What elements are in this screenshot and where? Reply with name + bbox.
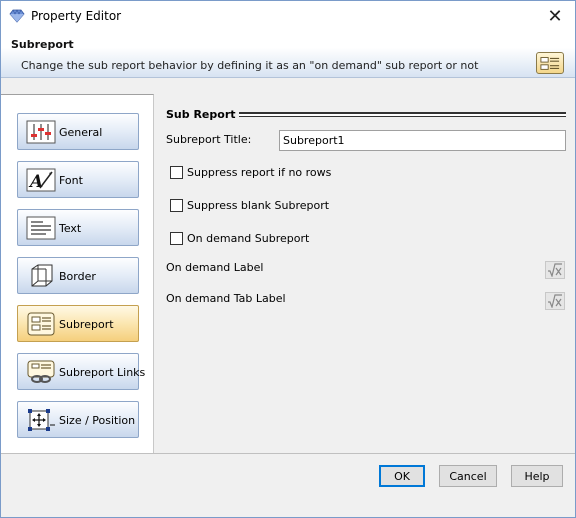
suppress-no-rows-label: Suppress report if no rows [187, 166, 332, 179]
subreport-title-label: Subreport Title: [166, 133, 252, 146]
nav-item-subreport-links[interactable]: Subreport Links [17, 353, 145, 390]
banner-title: Subreport [11, 38, 74, 51]
nav-item-label: Subreport Links [59, 366, 146, 379]
on-demand-caption-label: On demand Label [166, 261, 264, 274]
nav-item-label: Size / Position [59, 414, 136, 427]
font-icon: A [26, 168, 56, 192]
text-icon [26, 216, 56, 240]
expression-icon [548, 294, 562, 308]
nav-item-general[interactable]: General [17, 113, 139, 150]
on-demand-tab-label: On demand Tab Label [166, 292, 286, 305]
on-demand-tab-formula-button[interactable] [545, 292, 565, 310]
nav-item-subreport[interactable]: Subreport [17, 305, 139, 342]
subreport-title-input[interactable] [279, 130, 566, 151]
suppress-blank-subreport-checkbox[interactable] [170, 199, 183, 212]
on-demand-subreport-label: On demand Subreport [187, 232, 310, 245]
header-banner: Subreport Change the sub report behavior… [1, 32, 575, 78]
suppress-blank-subreport-label: Suppress blank Subreport [187, 199, 330, 212]
nav-item-font[interactable]: A Font [17, 161, 139, 198]
subreport-icon [536, 52, 564, 74]
section-divider [239, 112, 566, 117]
nav-item-border[interactable]: Border [17, 257, 139, 294]
property-category-nav: General A Font Text Border Subreport Sub… [1, 94, 154, 453]
sliders-icon [26, 120, 56, 144]
ok-button[interactable]: OK [379, 465, 425, 487]
nav-item-label: Font [59, 174, 83, 187]
title-bar: Property Editor ✕ [1, 1, 575, 32]
cancel-button[interactable]: Cancel [439, 465, 497, 487]
banner-description: Change the sub report behavior by defini… [21, 59, 479, 72]
expression-icon [548, 263, 562, 277]
size-position-icon [28, 409, 55, 431]
nav-item-text[interactable]: Text [17, 209, 139, 246]
suppress-no-rows-checkbox[interactable] [170, 166, 183, 179]
close-icon: ✕ [547, 6, 563, 27]
svg-text:A: A [28, 172, 43, 192]
crystal-gem-icon [9, 9, 25, 23]
window-title: Property Editor [31, 9, 122, 23]
help-button[interactable]: Help [511, 465, 563, 487]
property-editor-window: Property Editor ✕ Subreport Change the s… [0, 0, 576, 518]
on-demand-caption-formula-button[interactable] [545, 261, 565, 279]
subreport-icon [27, 312, 55, 336]
section-title: Sub Report [166, 108, 236, 121]
nav-item-label: Subreport [59, 318, 114, 331]
dialog-footer: OK Cancel Help [1, 453, 575, 517]
close-button[interactable]: ✕ [535, 1, 575, 32]
nav-item-label: General [59, 126, 103, 139]
nav-item-size-position[interactable]: Size / Position [17, 401, 139, 438]
nav-item-label: Text [59, 222, 82, 235]
subreport-properties-panel: Sub Report Subreport Title: Suppress rep… [156, 94, 575, 453]
subreport-links-icon [27, 360, 55, 383]
nav-item-label: Border [59, 270, 96, 283]
on-demand-subreport-checkbox[interactable] [170, 232, 183, 245]
border-icon [31, 264, 53, 287]
